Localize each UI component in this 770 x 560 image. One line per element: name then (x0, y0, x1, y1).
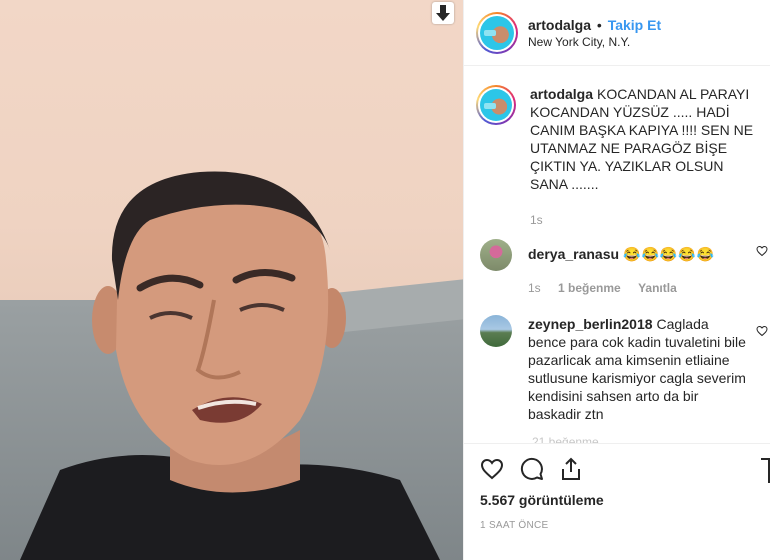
share-icon[interactable] (560, 457, 582, 481)
commenter-avatar[interactable] (480, 315, 512, 347)
author-avatar[interactable] (476, 11, 518, 54)
comment-username[interactable]: zeynep_berlin2018 (528, 316, 653, 332)
comment-text: 😂😂😂😂😂 (623, 246, 716, 262)
download-arrow-icon (436, 5, 450, 21)
commenter-avatar[interactable] (480, 239, 512, 271)
caption-avatar[interactable] (476, 85, 516, 125)
comment-username[interactable]: derya_ranasu (528, 246, 619, 262)
comment-icon[interactable] (520, 457, 544, 481)
comment-time[interactable]: 1s (528, 281, 541, 295)
location-link[interactable]: New York City, N.Y. (528, 34, 661, 50)
reply-button[interactable]: Yanıtla (638, 281, 677, 295)
comment-likes[interactable]: 1 beğenme (558, 281, 621, 295)
author-username[interactable]: artodalga (528, 17, 591, 33)
person-video-frame (20, 171, 440, 560)
avatar-image (480, 15, 514, 50)
comment-item: derya_ranasu 😂😂😂😂😂 1s 1 beğenme Yanıtla (464, 239, 770, 297)
download-button[interactable] (432, 2, 454, 24)
post-actions: 5.567 görüntüleme 1 SAAT ÖNCE (464, 443, 770, 531)
caption-time[interactable]: 1s (530, 213, 543, 227)
comments-list[interactable]: artodalga KOCANDAN AL PARAYI KOCANDAN YÜZ… (464, 67, 770, 443)
comment-like-heart-icon[interactable] (756, 325, 768, 337)
caption-username[interactable]: artodalga (530, 86, 593, 102)
comment-partial-meta: 21 beğenme (532, 435, 599, 443)
post-side-panel: artodalga • Takip Et New York City, N.Y.… (463, 0, 770, 560)
heart-icon[interactable] (480, 457, 504, 481)
comment-item: zeynep_berlin2018 Caglada bence para cok … (464, 315, 770, 423)
caption: artodalga KOCANDAN AL PARAYI KOCANDAN YÜZ… (464, 67, 770, 229)
view-count[interactable]: 5.567 görüntüleme (480, 492, 758, 508)
follow-button[interactable]: Takip Et (608, 17, 661, 33)
comment-like-heart-icon[interactable] (756, 245, 768, 257)
separator-dot: • (596, 16, 602, 33)
bookmark-icon[interactable] (760, 458, 770, 484)
post-timestamp[interactable]: 1 SAAT ÖNCE (480, 520, 758, 531)
avatar-image (480, 89, 512, 121)
video-player[interactable] (0, 0, 463, 560)
post-header: artodalga • Takip Et New York City, N.Y. (464, 0, 770, 66)
